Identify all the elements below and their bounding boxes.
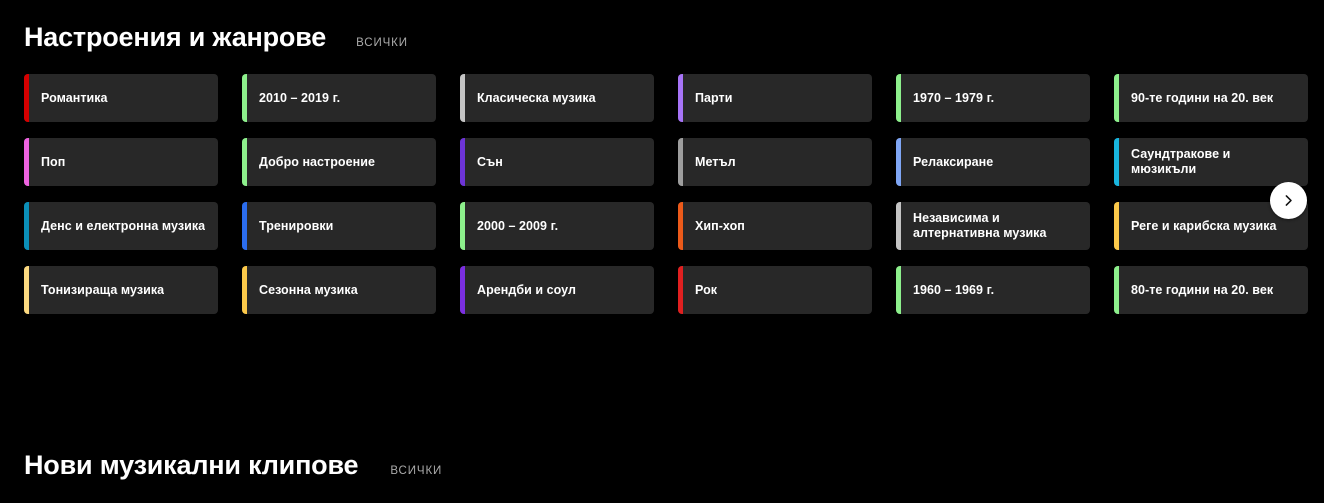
genre-card[interactable]: Сезонна музика xyxy=(242,266,436,314)
genre-card[interactable]: Парти xyxy=(678,74,872,122)
genre-card-label: Тренировки xyxy=(259,218,334,233)
genre-card-label: Реге и карибска музика xyxy=(1131,218,1277,233)
genre-card-accent-bar xyxy=(460,266,465,314)
genre-card-accent-bar xyxy=(242,74,247,122)
genre-card-label: 80-те години на 20. век xyxy=(1131,282,1274,297)
genre-card-accent-bar xyxy=(678,74,683,122)
genre-card-accent-bar xyxy=(242,202,247,250)
chevron-right-icon xyxy=(1280,192,1297,209)
genre-card[interactable]: Романтика xyxy=(24,74,218,122)
genre-card-accent-bar xyxy=(24,266,29,314)
genre-card-accent-bar xyxy=(896,266,901,314)
genre-card[interactable]: Независима и алтернативна музика xyxy=(896,202,1090,250)
genre-card-label: Тонизираща музика xyxy=(41,282,165,297)
genre-card-label: 2010 – 2019 г. xyxy=(259,90,341,105)
genre-card-label: Независима и алтернативна музика xyxy=(913,211,1047,240)
genre-card-accent-bar xyxy=(1114,202,1119,250)
genre-card-label: Хип-хоп xyxy=(695,218,745,233)
genre-card-label: Денс и електронна музика xyxy=(41,218,206,233)
genre-card-accent-bar xyxy=(242,266,247,314)
page-title: Настроения и жанрове xyxy=(24,22,327,52)
genre-card-label: Романтика xyxy=(41,90,108,105)
genre-card[interactable]: Денс и електронна музика xyxy=(24,202,218,250)
genre-card[interactable]: 1960 – 1969 г. xyxy=(896,266,1090,314)
next-page-button[interactable] xyxy=(1270,182,1307,219)
genre-card[interactable]: 2000 – 2009 г. xyxy=(460,202,654,250)
genre-card[interactable]: Хип-хоп xyxy=(678,202,872,250)
section-title-new-music-videos: Нови музикални клипове xyxy=(24,450,359,480)
genre-card-accent-bar xyxy=(24,138,29,186)
genre-card[interactable]: Саундтракове и мюзикъли xyxy=(1114,138,1308,186)
genre-card-label: 90-те години на 20. век xyxy=(1131,90,1274,105)
genre-card[interactable]: Поп xyxy=(24,138,218,186)
view-all-moods-link[interactable]: ВСИЧКИ xyxy=(356,36,408,50)
genre-card[interactable]: Сън xyxy=(460,138,654,186)
genre-card-label: Класическа музика xyxy=(477,90,596,105)
genre-card[interactable]: Тонизираща музика xyxy=(24,266,218,314)
music-browse-page: Настроения и жанрове ВСИЧКИ Романтика Поп… xyxy=(0,0,1324,503)
genre-card-label: Релаксиране xyxy=(913,154,994,169)
genre-card-label: 1970 – 1979 г. xyxy=(913,90,995,105)
genre-card-label: Сън xyxy=(477,154,503,169)
genre-card-accent-bar xyxy=(678,266,683,314)
genre-card-label: Сезонна музика xyxy=(259,282,358,297)
genre-card-grid: Романтика Поп Денс и електронна музика Тони… xyxy=(0,74,1324,314)
genre-card-accent-bar xyxy=(1114,138,1119,186)
genre-card-accent-bar xyxy=(24,74,29,122)
genre-card[interactable]: Тренировки xyxy=(242,202,436,250)
genre-card-label: Поп xyxy=(41,154,66,169)
genre-card-accent-bar xyxy=(1114,266,1119,314)
genre-card-label: 2000 – 2009 г. xyxy=(477,218,559,233)
moods-and-genres-header: Настроения и жанрове ВСИЧКИ xyxy=(0,0,1324,52)
moods-and-genres-shelf: Романтика Поп Денс и електронна музика Тони… xyxy=(0,74,1324,314)
genre-card-accent-bar xyxy=(460,74,465,122)
genre-card-accent-bar xyxy=(242,138,247,186)
genre-card-label: Парти xyxy=(695,90,733,105)
genre-card-accent-bar xyxy=(896,202,901,250)
genre-card-accent-bar xyxy=(460,138,465,186)
genre-card[interactable]: Релаксиране xyxy=(896,138,1090,186)
genre-card[interactable]: 2010 – 2019 г. xyxy=(242,74,436,122)
genre-card[interactable]: Класическа музика xyxy=(460,74,654,122)
genre-card-accent-bar xyxy=(24,202,29,250)
genre-card[interactable]: Рок xyxy=(678,266,872,314)
genre-card-label: Рок xyxy=(695,282,718,297)
genre-card-accent-bar xyxy=(896,74,901,122)
genre-card-label: 1960 – 1969 г. xyxy=(913,282,995,297)
genre-card[interactable]: 1970 – 1979 г. xyxy=(896,74,1090,122)
genre-card-accent-bar xyxy=(678,138,683,186)
genre-card-label: Саундтракове и мюзикъли xyxy=(1131,147,1231,176)
genre-card-label: Арендби и соул xyxy=(477,282,576,297)
genre-card-label: Метъл xyxy=(695,154,736,169)
genre-card-accent-bar xyxy=(678,202,683,250)
view-all-new-videos-link[interactable]: ВСИЧКИ xyxy=(390,464,442,478)
genre-card[interactable]: 90-те години на 20. век xyxy=(1114,74,1308,122)
genre-card[interactable]: Арендби и соул xyxy=(460,266,654,314)
genre-card-label: Добро настроение xyxy=(259,154,375,169)
genre-card-accent-bar xyxy=(460,202,465,250)
genre-card-accent-bar xyxy=(1114,74,1119,122)
genre-card[interactable]: Метъл xyxy=(678,138,872,186)
genre-card-accent-bar xyxy=(896,138,901,186)
genre-card[interactable]: Добро настроение xyxy=(242,138,436,186)
genre-card[interactable]: 80-те години на 20. век xyxy=(1114,266,1308,314)
new-music-videos-header: Нови музикални клипове ВСИЧКИ xyxy=(0,450,1324,480)
